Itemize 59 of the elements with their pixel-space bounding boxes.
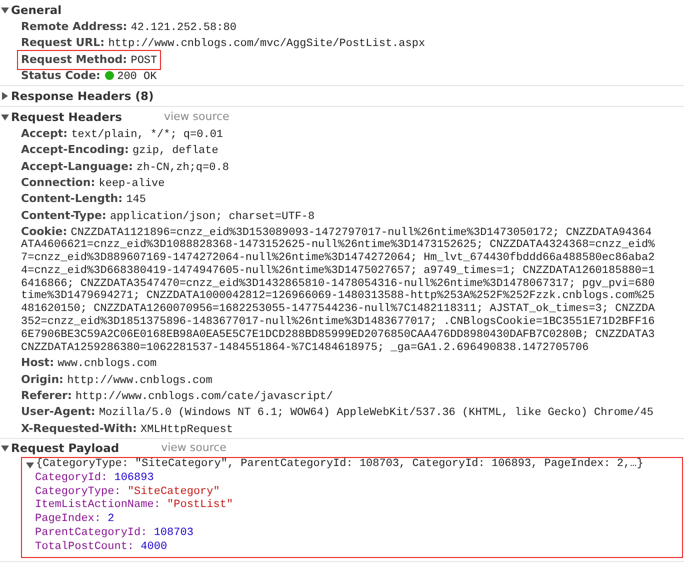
header-value: application/json; charset=UTF-8 — [110, 210, 315, 223]
header-value: 6E7906BE3C59A2C06E0168EB98A0EA5E5C7E1DCD288BD85999ED2076850CAA476DD8980430DAFB7C0280B; CNZZDATA3 — [20, 328, 656, 342]
header-value: 7=cnzz_eid%3D889607169-1474272064-null%26ntime%3D1474272064; Hm_lvt_674430fbddd66a488580ec86aba2 — [20, 252, 656, 265]
header-value: keep-alive — [98, 178, 165, 190]
payload-property: CategoryType: "SiteCategory" — [35, 486, 221, 499]
header-value: 4=cnzz_eid%3D668380419-1474947605-null%26ntime%3D1475027657; a9749_times=1; CNZZDATA1260185880=1 — [20, 264, 656, 278]
header-name: Origin: — [21, 372, 64, 386]
header-name: Referer: — [21, 389, 72, 402]
expand-triangle-icon[interactable] — [1, 92, 9, 100]
header-name: Accept-Language: — [21, 160, 133, 173]
header-value: text/plain, */*; q=0.01 — [71, 129, 224, 142]
section-header[interactable]: Request Headers — [11, 108, 122, 125]
header-name: Host: — [21, 356, 54, 370]
header-value: CNZZDATA1121896=cnzz_eid%3D153089093-1472797017-null%26ntime%3D1473050172; CNZZDATA94364 — [70, 226, 652, 239]
header-value: 145 — [126, 194, 146, 206]
header-value: XMLHttpRequest — [140, 424, 233, 436]
header-value: Mozilla/5.0 (Windows NT 6.1; WOW64) AppleWebKit/537.36 (KHTML, like Gecko) Chrome/45 — [98, 407, 654, 420]
header-name: Status Code: — [21, 68, 100, 82]
header-value: gzip, deflate — [132, 145, 218, 158]
section-header[interactable]: General — [11, 2, 62, 18]
header-value: CNZZDATA1259286380=1062281537-1484551864-%7C1484618975; _ga=GA1.2.696490838.1472705706 — [20, 342, 590, 354]
header-name: Content-Length: — [21, 192, 122, 206]
payload-property: ParentCategoryId: 108703 — [35, 526, 194, 541]
header-value: http://www.cnblogs.com/cate/javascript/ — [76, 391, 333, 404]
header-value: 200 OK — [117, 70, 157, 83]
header-name: Accept: — [21, 127, 68, 140]
collapse-triangle-icon[interactable] — [1, 6, 9, 14]
payload-summary: {CategoryType: "SiteCategory", ParentCategoryId: 108703, CategoryId: 106893, PageIndex: 2,…} — [36, 458, 644, 472]
header-value: http://www.cnblogs.com — [67, 374, 212, 387]
header-value: www.cnblogs.com — [58, 358, 157, 370]
header-name: X-Requested-With: — [21, 422, 137, 435]
view-source-link[interactable]: view source — [161, 440, 226, 456]
header-value: ATA4606621=cnzz_eid%3D1088828368-1473152625-null%26ntime%3D1473152625; CNZZDATA4324368=cnzz_eid% — [20, 239, 656, 252]
collapse-triangle-icon[interactable] — [26, 460, 34, 469]
view-source-link[interactable]: view source — [164, 108, 230, 125]
header-name: Request Method: — [21, 52, 128, 66]
header-name: Request URL: — [21, 36, 105, 50]
payload-property: TotalPostCount: 4000 — [35, 540, 168, 554]
header-value: http://www.cnblogs.com/mvc/AggSite/PostList.aspx — [108, 38, 426, 50]
payload-property: CategoryId: 106893 — [35, 472, 155, 486]
section-header[interactable]: Response Headers (8) — [11, 88, 154, 104]
collapse-triangle-icon[interactable] — [1, 112, 9, 121]
header-value: zh-CN,zh;q=0.8 — [136, 162, 229, 174]
header-value: 481620150; CNZZDATA1260070956=1682253055-1477544236-null%7C1482118311; AJSTAT_ok_times=3; CNZZDA — [20, 303, 656, 316]
header-name: Connection: — [21, 176, 96, 190]
header-name: Cookie: — [21, 224, 68, 238]
header-value: 42.121.252.58:80 — [130, 22, 236, 34]
header-name: Remote Address: — [21, 20, 128, 33]
header-name: Content-Type: — [21, 208, 106, 222]
header-name: User-Agent: — [21, 405, 96, 418]
collapse-triangle-icon[interactable] — [1, 444, 9, 452]
payload-property: PageIndex: 2 — [35, 513, 116, 527]
header-value: POST — [130, 54, 158, 67]
header-value: 6416866; CNZZDATA3547470=cnzz_eid%3D1432865810-1478054316-null%26ntime%3D1478067317; pgv_pvi=680 — [20, 278, 656, 290]
header-name: Accept-Encoding: — [21, 143, 129, 156]
header-value: time%3D1479694271; CNZZDATA1000042812=126966069-1480313588-http%253A%252F%252Fzzk.cnblogs.com%25 — [20, 290, 656, 303]
section-header[interactable]: Request Payload — [11, 440, 120, 456]
payload-property: ItemListActionName: "PostList" — [35, 499, 234, 513]
header-value: 352=cnzz_eid%3D1851375896-1483677017-null%26ntime%3D1483677017; .CNBlogsCookie=1BC3551E71D2BFF16 — [20, 316, 656, 329]
